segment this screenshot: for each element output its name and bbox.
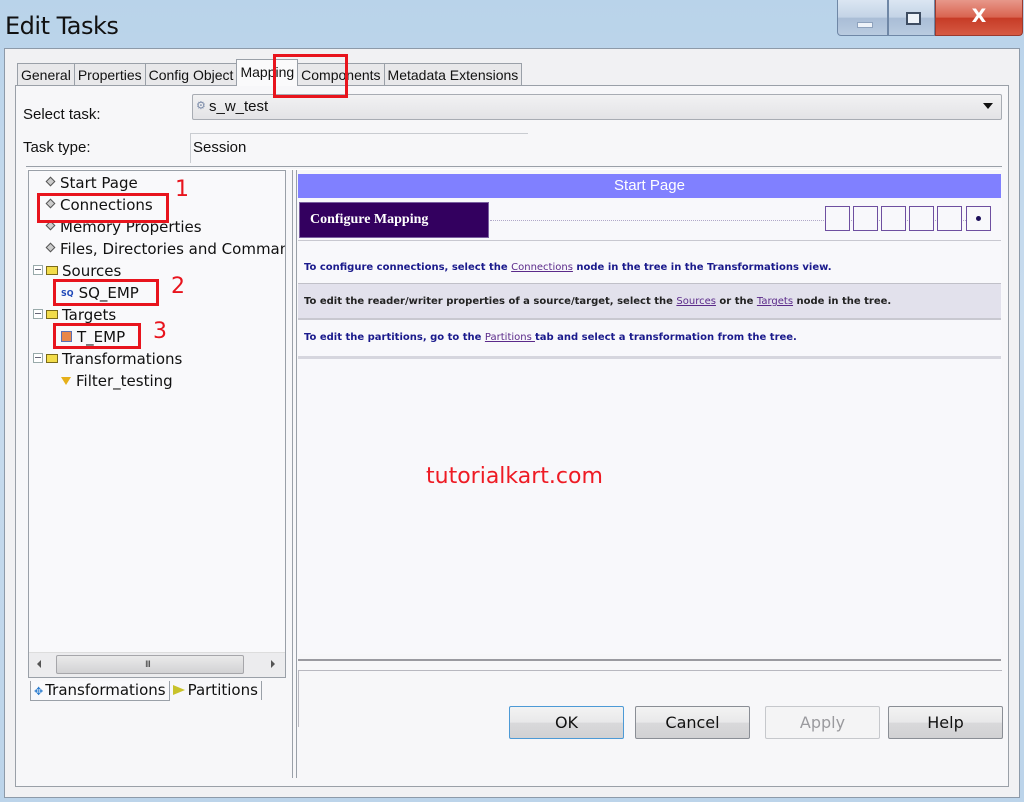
task-type-value: Session: [193, 139, 247, 156]
collapse-icon[interactable]: [33, 353, 43, 363]
tab-partitions[interactable]: Partitions: [170, 681, 262, 700]
annotation-number-1: 1: [175, 177, 189, 202]
collapse-icon[interactable]: [33, 309, 43, 319]
diamond-icon: [45, 242, 56, 253]
edit-tasks-dialog: General Properties Config Object Mapping…: [4, 48, 1020, 798]
step-box-1: [825, 206, 850, 231]
close-icon: X: [971, 5, 987, 27]
configure-mapping-title: Configure Mapping: [299, 202, 489, 238]
session-icon: ⚙: [196, 99, 206, 112]
grip-icon: III: [145, 660, 151, 670]
tree-item-sources[interactable]: Sources: [33, 262, 121, 280]
task-type-field: Session: [190, 133, 528, 163]
tree-item-start-page[interactable]: Start Page: [45, 174, 138, 192]
start-page-header: Start Page: [298, 174, 1001, 198]
partitions-icon: [172, 685, 185, 695]
step-box-4: [909, 206, 934, 231]
close-button[interactable]: X: [935, 0, 1023, 36]
sources-link[interactable]: Sources: [676, 296, 716, 307]
filter-icon: [61, 377, 71, 385]
cancel-button[interactable]: Cancel: [635, 706, 750, 739]
tab-properties[interactable]: Properties: [73, 63, 146, 86]
maximize-button[interactable]: [888, 0, 935, 36]
tab-strip: General Properties Config Object Mapping…: [17, 59, 523, 86]
step-box-5: [937, 206, 962, 231]
tab-general[interactable]: General: [17, 63, 75, 86]
horizontal-scrollbar[interactable]: III: [29, 652, 285, 677]
partitions-link[interactable]: Partitions: [485, 332, 535, 343]
scroll-left-icon[interactable]: [37, 660, 41, 668]
minimize-button[interactable]: [837, 0, 888, 36]
step-box-2: [853, 206, 878, 231]
select-task-value: s_w_test: [209, 98, 269, 115]
annotation-number-3: 3: [153, 319, 167, 344]
annotation-box-connections: [37, 193, 169, 223]
scroll-right-icon[interactable]: [271, 660, 275, 668]
folder-icon: [46, 354, 58, 363]
start-page-panel: Start Page Configure Mapping To configur…: [298, 174, 1002, 654]
step-box-current: [966, 206, 991, 231]
tree-item-transformations[interactable]: Transformations: [33, 350, 182, 368]
window-title: Edit Tasks: [5, 12, 119, 40]
tab-config-object[interactable]: Config Object: [144, 63, 238, 86]
maximize-icon: [906, 12, 921, 25]
mapping-tab-page: Select task: ⚙ s_w_test Task type: Sessi…: [15, 85, 1009, 787]
scrollbar-thumb[interactable]: III: [56, 655, 244, 674]
task-type-label: Task type:: [23, 139, 91, 156]
transformations-tree: Start Page Connections Memory Properties…: [28, 170, 286, 678]
panel-splitter[interactable]: [298, 659, 1001, 661]
tab-metadata-extensions[interactable]: Metadata Extensions: [383, 63, 523, 86]
mapping-tab-highlight: [273, 54, 348, 98]
current-step-dot: [976, 216, 981, 221]
tree-item-targets[interactable]: Targets: [33, 306, 116, 324]
bottom-tab-strip: ✥ Transformations Partitions: [30, 681, 262, 701]
transformations-icon: ✥: [34, 685, 44, 698]
divider: [298, 240, 1001, 241]
pane-splitter[interactable]: [292, 170, 297, 778]
partitions-instruction: To edit the partitions, go to the Partit…: [304, 332, 797, 343]
folder-icon: [46, 310, 58, 319]
tab-transformations[interactable]: ✥ Transformations: [30, 681, 170, 701]
annotation-number-2: 2: [171, 274, 185, 299]
connections-link[interactable]: Connections: [511, 262, 573, 273]
annotation-box-sq-emp: [53, 279, 159, 306]
tree-item-files-directories[interactable]: Files, Directories and Commands: [45, 240, 285, 258]
help-button[interactable]: Help: [888, 706, 1003, 739]
apply-button[interactable]: Apply: [765, 706, 880, 739]
annotation-box-t-emp: [53, 323, 141, 349]
reader-writer-instruction: To edit the reader/writer properties of …: [298, 283, 1001, 320]
select-task-label: Select task:: [23, 106, 101, 123]
tree-item-filter-testing[interactable]: Filter_testing: [61, 372, 173, 390]
divider: [298, 356, 1001, 359]
diamond-icon: [45, 176, 56, 187]
folder-icon: [46, 266, 58, 275]
collapse-icon[interactable]: [33, 265, 43, 275]
minimize-icon: [857, 22, 873, 28]
watermark-text: tutorialkart.com: [426, 464, 603, 489]
step-box-3: [881, 206, 906, 231]
targets-link[interactable]: Targets: [757, 296, 793, 307]
ok-button[interactable]: OK: [509, 706, 624, 739]
dropdown-arrow-icon: [983, 103, 993, 109]
